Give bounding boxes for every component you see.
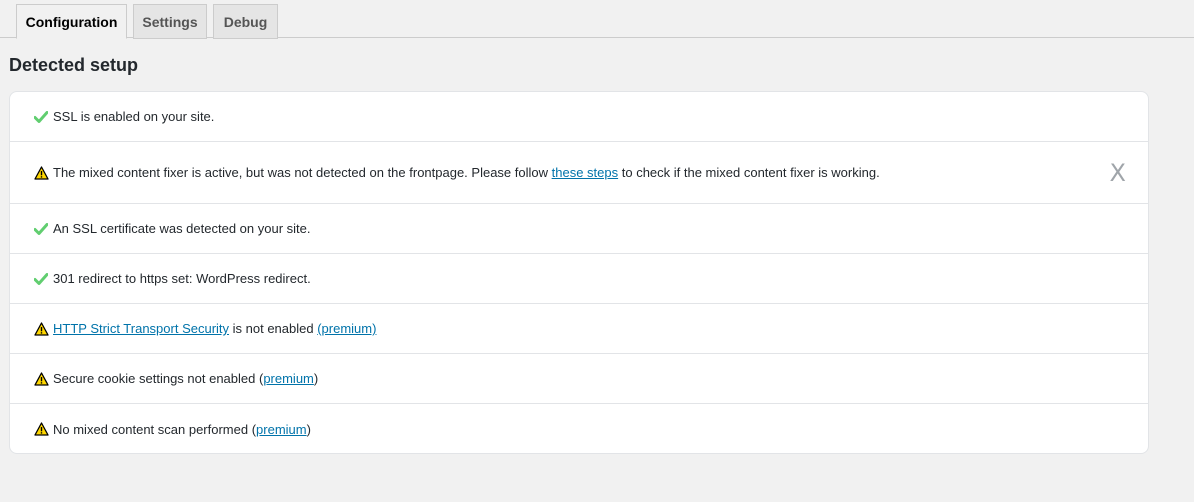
tab-bar: Configuration Settings Debug <box>0 0 1194 39</box>
setup-item-301-redirect: 301 redirect to https set: WordPress red… <box>10 254 1148 304</box>
item-text: HTTP Strict Transport Security is not en… <box>53 321 377 336</box>
detected-setup-panel: SSL is enabled on your site. The mixed c… <box>9 91 1149 454</box>
dismiss-button[interactable]: X <box>1110 161 1126 185</box>
setup-item-ssl-enabled: SSL is enabled on your site. <box>10 92 1148 142</box>
item-text: 301 redirect to https set: WordPress red… <box>53 271 311 286</box>
item-text: SSL is enabled on your site. <box>53 109 215 124</box>
setup-item-hsts: HTTP Strict Transport Security is not en… <box>10 304 1148 354</box>
tab-configuration[interactable]: Configuration <box>16 4 127 39</box>
item-text: No mixed content scan performed (premium… <box>53 421 311 437</box>
setup-item-mixed-content-scan: No mixed content scan performed (premium… <box>10 404 1148 453</box>
premium-link[interactable]: premium <box>256 422 307 437</box>
item-text: An SSL certificate was detected on your … <box>53 221 311 236</box>
setup-item-ssl-certificate: An SSL certificate was detected on your … <box>10 204 1148 254</box>
item-text: Secure cookie settings not enabled (prem… <box>53 371 319 386</box>
warning-icon <box>33 371 49 387</box>
premium-link[interactable]: (premium) <box>317 321 376 336</box>
hsts-link[interactable]: HTTP Strict Transport Security <box>53 321 229 336</box>
item-text: The mixed content fixer is active, but w… <box>53 165 880 180</box>
tab-settings[interactable]: Settings <box>133 4 207 39</box>
warning-icon <box>33 165 49 181</box>
checkmark-icon <box>33 221 49 237</box>
section-title: Detected setup <box>9 55 139 75</box>
premium-link[interactable]: premium <box>263 371 314 386</box>
checkmark-icon <box>33 109 49 125</box>
warning-icon <box>33 321 49 337</box>
setup-item-secure-cookie: Secure cookie settings not enabled (prem… <box>10 354 1148 404</box>
tab-debug[interactable]: Debug <box>213 4 278 39</box>
warning-icon <box>33 421 49 437</box>
these-steps-link[interactable]: these steps <box>552 165 619 180</box>
checkmark-icon <box>33 271 49 287</box>
setup-item-mixed-content-fixer: The mixed content fixer is active, but w… <box>10 142 1148 204</box>
